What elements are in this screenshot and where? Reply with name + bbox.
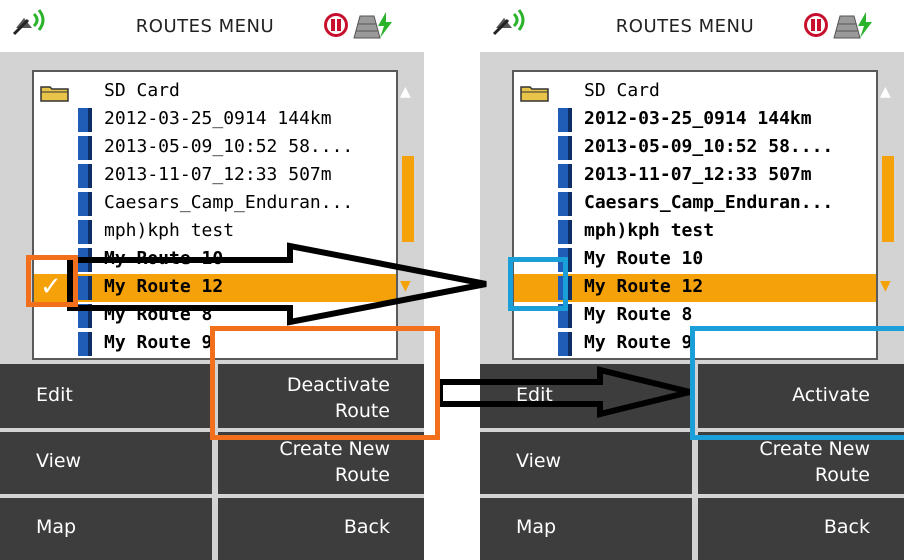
file-icon xyxy=(558,108,572,132)
create-new-route-button[interactable]: Create New Route xyxy=(698,432,904,494)
view-button[interactable]: View xyxy=(0,432,212,494)
status-icons xyxy=(804,12,872,39)
route-list[interactable]: SD Card 2012-03-25_0914 144km 2013-05-09… xyxy=(32,70,398,360)
scroll-thumb[interactable] xyxy=(882,156,894,242)
file-icon xyxy=(558,192,572,216)
file-icon xyxy=(78,276,92,300)
list-item[interactable]: 2013-05-09_10:52 58.... xyxy=(34,134,396,162)
deactivate-route-button[interactable]: Deactivate Route xyxy=(218,364,424,428)
list-item[interactable]: 2012-03-25_0914 144km xyxy=(514,106,876,134)
list-item-folder[interactable]: SD Card xyxy=(514,78,876,106)
device-screen-left: ROUTES MENU SD Card 2012-03-25_0914 144k… xyxy=(0,0,424,560)
scroll-up-icon[interactable]: ▲ xyxy=(880,84,891,100)
back-button[interactable]: Back xyxy=(698,498,904,560)
record-pause-icon xyxy=(324,13,348,37)
folder-icon xyxy=(40,86,69,102)
file-icon xyxy=(78,108,92,132)
file-icon xyxy=(558,304,572,328)
record-pause-icon xyxy=(804,13,828,37)
list-item-selected[interactable]: My Route 12 xyxy=(514,274,876,302)
scroll-down-icon[interactable]: ▼ xyxy=(880,278,891,294)
header: ROUTES MENU xyxy=(0,0,424,52)
folder-label: SD Card xyxy=(584,80,660,101)
header: ROUTES MENU xyxy=(480,0,904,52)
file-icon xyxy=(558,136,572,160)
page-title: ROUTES MENU xyxy=(135,16,275,37)
list-item[interactable]: My Route 9 xyxy=(514,330,876,358)
folder-icon xyxy=(520,86,549,102)
list-item[interactable]: My Route 10 xyxy=(34,246,396,274)
list-item[interactable]: My Route 8 xyxy=(34,302,396,330)
list-item[interactable]: mph)kph test xyxy=(34,218,396,246)
list-item-selected[interactable]: ✓ My Route 12 xyxy=(34,272,396,302)
file-icon xyxy=(78,136,92,160)
file-icon xyxy=(78,332,92,356)
list-item[interactable]: My Route 8 xyxy=(514,302,876,330)
battery-charging-icon xyxy=(833,12,872,39)
list-item[interactable]: 2012-03-25_0914 144km xyxy=(34,106,396,134)
folder-label: SD Card xyxy=(104,80,180,101)
checkmark-icon: ✓ xyxy=(40,272,62,302)
back-button[interactable]: Back xyxy=(218,498,424,560)
scroll-down-icon[interactable]: ▼ xyxy=(400,278,411,294)
battery-charging-icon xyxy=(353,12,392,39)
gps-signal-icon xyxy=(492,9,525,36)
device-screen-right: ROUTES MENU SD Card 2012-03-25_0914 144k… xyxy=(480,0,904,560)
file-icon xyxy=(558,332,572,356)
file-icon xyxy=(558,164,572,188)
list-item[interactable]: 2013-11-07_12:33 507m xyxy=(514,162,876,190)
create-new-route-button[interactable]: Create New Route xyxy=(218,432,424,494)
file-icon xyxy=(78,304,92,328)
file-icon xyxy=(78,220,92,244)
map-button[interactable]: Map xyxy=(0,498,212,560)
scrollbar[interactable]: ▲ ▼ xyxy=(398,80,416,356)
route-list[interactable]: SD Card 2012-03-25_0914 144km 2013-05-09… xyxy=(512,70,878,360)
list-item[interactable]: My Route 10 xyxy=(514,246,876,274)
scroll-up-icon[interactable]: ▲ xyxy=(400,84,411,100)
list-item[interactable]: Caesars_Camp_Enduran... xyxy=(514,190,876,218)
list-item[interactable]: Caesars_Camp_Enduran... xyxy=(34,190,396,218)
list-item[interactable]: 2013-05-09_10:52 58.... xyxy=(514,134,876,162)
edit-button[interactable]: Edit xyxy=(480,364,692,428)
gps-signal-icon xyxy=(12,9,45,36)
list-item-folder[interactable]: SD Card xyxy=(34,78,396,106)
list-item[interactable]: 2013-11-07_12:33 507m xyxy=(34,162,396,190)
activate-button[interactable]: Activate xyxy=(698,364,904,428)
list-item[interactable]: mph)kph test xyxy=(514,218,876,246)
status-icons xyxy=(324,12,392,39)
view-button[interactable]: View xyxy=(480,432,692,494)
file-icon xyxy=(558,276,572,300)
page-title: ROUTES MENU xyxy=(615,16,755,37)
file-icon xyxy=(558,220,572,244)
scroll-thumb[interactable] xyxy=(402,156,414,242)
list-item[interactable]: My Route 9 xyxy=(34,330,396,358)
file-icon xyxy=(78,164,92,188)
file-icon xyxy=(78,192,92,216)
map-button[interactable]: Map xyxy=(480,498,692,560)
file-icon xyxy=(558,248,572,272)
edit-button[interactable]: Edit xyxy=(0,364,212,428)
scrollbar[interactable]: ▲ ▼ xyxy=(878,80,896,356)
file-icon xyxy=(78,248,92,272)
